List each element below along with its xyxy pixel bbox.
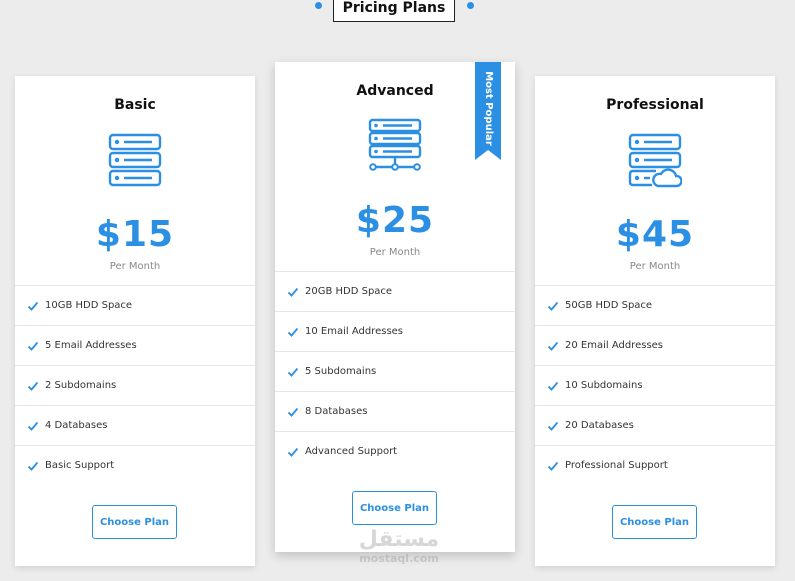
feature-item: 8 Databases: [275, 391, 515, 431]
check-icon: [287, 327, 299, 337]
feature-item: 2 Subdomains: [15, 365, 255, 405]
feature-item: 5 Subdomains: [275, 351, 515, 391]
feature-item: 4 Databases: [15, 405, 255, 445]
feature-label: 10 Email Addresses: [305, 326, 404, 337]
feature-label: 10GB HDD Space: [45, 300, 133, 311]
watermark-latin: mostaql.com: [359, 552, 439, 565]
check-icon: [287, 447, 299, 457]
feature-label: 5 Email Addresses: [45, 340, 137, 351]
plan-period: Per Month: [629, 261, 681, 272]
feature-label: 20 Databases: [565, 420, 634, 431]
plan-period: Per Month: [109, 261, 161, 272]
section-header: Pricing Plans: [0, 0, 795, 22]
feature-item: Professional Support: [535, 445, 775, 485]
feature-item: 50GB HDD Space: [535, 285, 775, 325]
check-icon: [547, 381, 559, 391]
plan-price: $25: [355, 200, 435, 241]
feature-label: 4 Databases: [45, 420, 108, 431]
plan-period: Per Month: [369, 247, 421, 258]
feature-label: 20GB HDD Space: [305, 286, 393, 297]
plan-price: $45: [615, 214, 695, 255]
pricing-card-advanced: Most Popular Advanced $25 Per Month 20GB…: [275, 62, 515, 552]
feature-label: Advanced Support: [305, 446, 398, 457]
feature-item: 5 Email Addresses: [15, 325, 255, 365]
check-icon: [287, 367, 299, 377]
plan-name: Professional: [606, 97, 704, 113]
feature-label: 20 Email Addresses: [565, 340, 664, 351]
feature-label: Professional Support: [565, 460, 668, 471]
plan-name: Basic: [114, 97, 156, 113]
choose-plan-button-professional[interactable]: Choose Plan: [612, 505, 697, 539]
feature-item: 20 Databases: [535, 405, 775, 445]
check-icon: [287, 287, 299, 297]
check-icon: [547, 301, 559, 311]
section-title: Pricing Plans: [333, 0, 455, 22]
choose-plan-button-advanced[interactable]: Choose Plan: [352, 491, 437, 525]
feature-item: Basic Support: [15, 445, 255, 485]
feature-item: 10GB HDD Space: [15, 285, 255, 325]
server-stack-icon: [108, 133, 162, 187]
watermark-arabic: مستقل: [358, 527, 440, 552]
check-icon: [547, 461, 559, 471]
ribbon-label: Most Popular: [475, 68, 501, 148]
pricing-card-professional: Professional $45 Per Month 50GB HDD Spac…: [535, 76, 775, 566]
feature-label: 8 Databases: [305, 406, 368, 417]
feature-list: 10GB HDD Space 5 Email Addresses 2 Subdo…: [15, 285, 255, 485]
feature-label: 10 Subdomains: [565, 380, 643, 391]
feature-item: 10 Email Addresses: [275, 311, 515, 351]
check-icon: [547, 421, 559, 431]
watermark: مستقل mostaql.com: [349, 528, 449, 572]
feature-item: Advanced Support: [275, 431, 515, 471]
decor-dot-left: [315, 2, 322, 9]
check-icon: [27, 461, 39, 471]
choose-plan-button-basic[interactable]: Choose Plan: [92, 505, 177, 539]
check-icon: [27, 341, 39, 351]
check-icon: [27, 421, 39, 431]
plan-name: Advanced: [356, 83, 434, 99]
check-icon: [287, 407, 299, 417]
feature-item: 10 Subdomains: [535, 365, 775, 405]
check-icon: [27, 301, 39, 311]
feature-list: 50GB HDD Space 20 Email Addresses 10 Sub…: [535, 285, 775, 485]
check-icon: [547, 341, 559, 351]
server-cloud-icon: [628, 133, 682, 188]
plan-price: $15: [95, 214, 175, 255]
server-network-icon: [368, 118, 422, 171]
feature-list: 20GB HDD Space 10 Email Addresses 5 Subd…: [275, 271, 515, 471]
feature-item: 20 Email Addresses: [535, 325, 775, 365]
feature-item: 20GB HDD Space: [275, 271, 515, 311]
feature-label: 5 Subdomains: [305, 366, 377, 377]
decor-dot-right: [467, 2, 474, 9]
check-icon: [27, 381, 39, 391]
most-popular-badge: Most Popular: [482, 70, 494, 146]
pricing-card-basic: Basic $15 Per Month 10GB HDD Space 5 Ema…: [15, 76, 255, 566]
feature-label: 50GB HDD Space: [565, 300, 653, 311]
feature-label: Basic Support: [45, 460, 115, 471]
feature-label: 2 Subdomains: [45, 380, 117, 391]
